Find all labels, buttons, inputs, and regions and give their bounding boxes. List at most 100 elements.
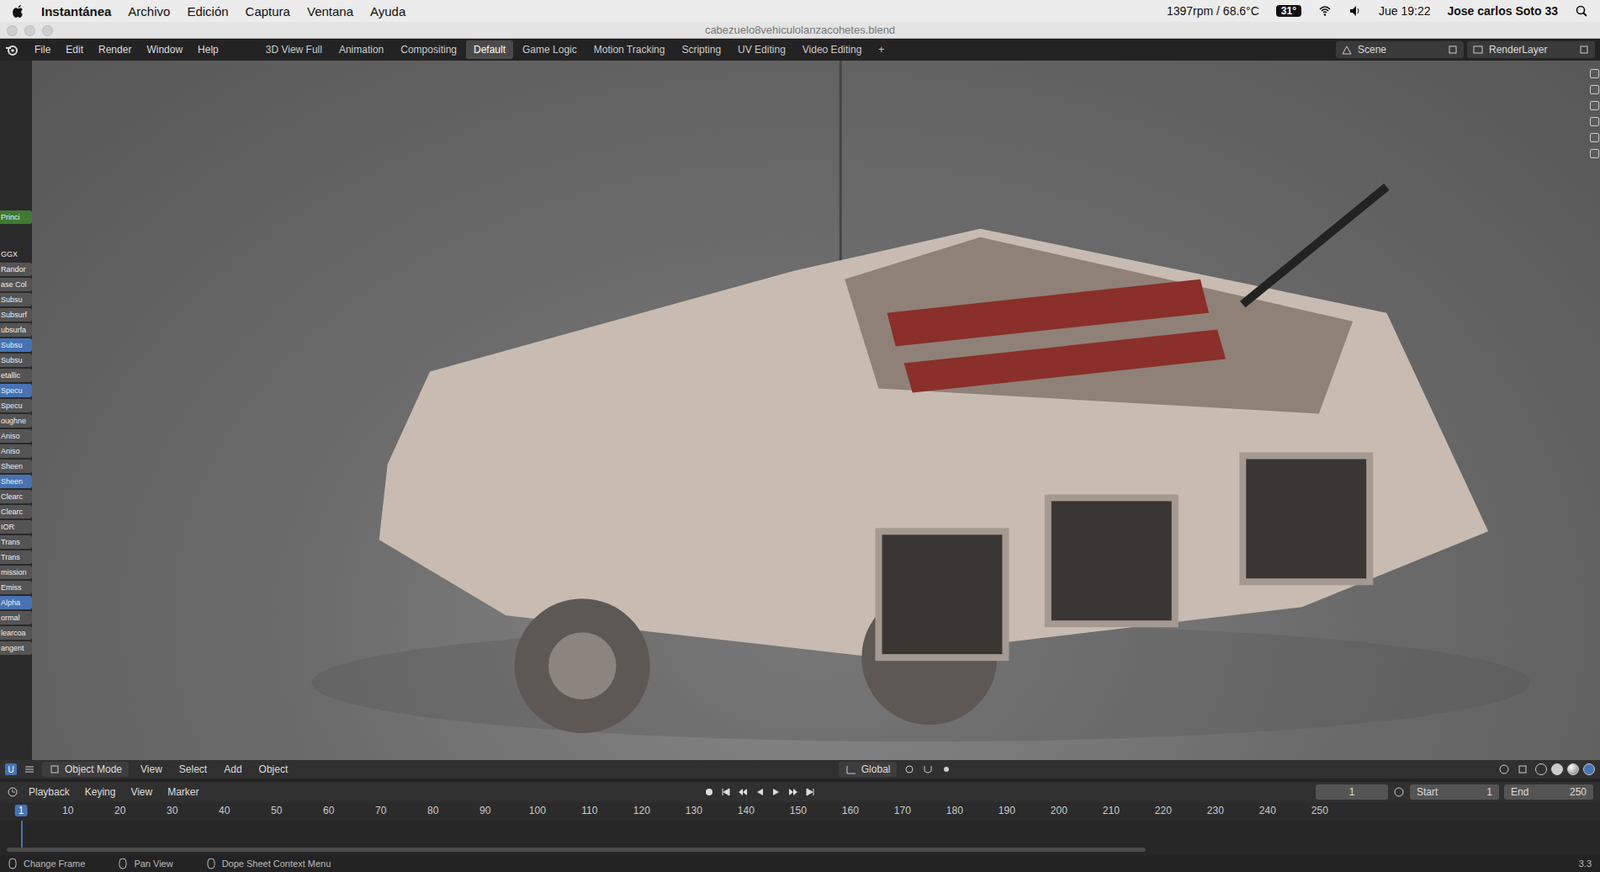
timeline-editor-icon[interactable] xyxy=(6,785,19,798)
proportional-icon[interactable] xyxy=(940,762,953,775)
frame-tick[interactable]: 80 xyxy=(423,804,442,816)
workspace-tab[interactable]: Compositing xyxy=(392,40,465,59)
frame-tick[interactable]: 90 xyxy=(476,804,494,816)
node-socket[interactable]: angent xyxy=(0,641,32,655)
node-socket[interactable]: Subsu xyxy=(0,353,32,367)
viewport-menu-item[interactable]: Add xyxy=(218,761,247,777)
node-socket[interactable]: ormal xyxy=(0,610,32,625)
playhead[interactable] xyxy=(21,820,23,848)
frame-tick[interactable]: 120 xyxy=(630,804,654,816)
frame-tick[interactable]: 130 xyxy=(682,804,706,816)
workspace-tab[interactable]: Scripting xyxy=(673,40,729,59)
frame-tick[interactable]: 170 xyxy=(890,804,915,816)
mac-menu-item[interactable]: Archivo xyxy=(127,4,170,19)
play-icon[interactable] xyxy=(770,785,783,798)
mac-menu-item[interactable]: Ayuda xyxy=(370,4,406,19)
record-icon[interactable] xyxy=(703,785,716,798)
wifi-icon[interactable] xyxy=(1318,4,1332,18)
node-socket[interactable]: Emiss xyxy=(0,580,32,594)
frame-tick[interactable]: 100 xyxy=(525,804,550,816)
node-socket[interactable]: Princi xyxy=(0,210,32,224)
frame-tick[interactable]: 250 xyxy=(1308,804,1332,816)
top-menu-item[interactable]: File xyxy=(28,41,57,59)
close-button[interactable] xyxy=(6,25,18,37)
node-socket[interactable]: learcoa xyxy=(0,625,32,640)
prev-keyframe-icon[interactable] xyxy=(736,785,749,798)
node-socket[interactable]: GGX xyxy=(0,247,32,261)
workspace-tab[interactable]: Animation xyxy=(331,40,392,59)
volume-icon[interactable] xyxy=(1348,4,1362,18)
timeline-body[interactable] xyxy=(0,820,1600,855)
frame-tick[interactable]: 160 xyxy=(838,804,863,816)
copy-icon[interactable] xyxy=(1446,43,1459,56)
frame-tick[interactable]: 240 xyxy=(1255,804,1280,816)
node-socket[interactable]: Alpha xyxy=(0,595,32,610)
mac-menu-item[interactable]: Ventana xyxy=(307,4,354,19)
workspace-tab[interactable]: UV Editing xyxy=(730,40,794,59)
camera-icon[interactable] xyxy=(1589,132,1600,143)
node-socket[interactable]: Clearc xyxy=(0,504,32,519)
frame-tick[interactable]: 150 xyxy=(786,804,811,816)
node-socket[interactable]: Randor xyxy=(0,262,32,276)
apple-icon[interactable] xyxy=(11,4,25,19)
node-socket[interactable]: Trans xyxy=(0,535,32,549)
material-shading-icon[interactable] xyxy=(1567,762,1579,775)
current-frame-field[interactable]: 1 xyxy=(1315,784,1389,800)
snap-icon[interactable] xyxy=(921,762,934,775)
top-menu-item[interactable]: Render xyxy=(92,41,138,59)
wireframe-shading-icon[interactable] xyxy=(1535,762,1548,775)
top-menu-item[interactable]: Edit xyxy=(59,41,90,59)
jump-end-icon[interactable] xyxy=(804,785,816,798)
camera-icon[interactable] xyxy=(1589,116,1600,127)
scene-selector[interactable]: Scene xyxy=(1335,41,1464,59)
node-socket[interactable]: Aniso xyxy=(0,429,32,443)
3d-viewport[interactable] xyxy=(31,60,1600,760)
workspace-tab[interactable]: Motion Tracking xyxy=(586,40,673,59)
node-socket[interactable]: Trans xyxy=(0,550,32,564)
user-name[interactable]: Jose carlos Soto 33 xyxy=(1446,4,1558,18)
node-socket[interactable]: Clearc xyxy=(0,489,32,504)
timeline-scrollbar[interactable] xyxy=(6,847,1146,852)
frame-tick[interactable]: 50 xyxy=(267,804,286,816)
blender-logo-icon[interactable] xyxy=(5,42,19,57)
frame-tick[interactable]: 70 xyxy=(371,804,390,816)
frame-tick[interactable]: 200 xyxy=(1047,804,1071,816)
frame-tick[interactable]: 210 xyxy=(1099,804,1124,816)
frame-tick[interactable]: 60 xyxy=(319,804,338,816)
editor-type-icon[interactable] xyxy=(23,762,36,775)
camera-icon[interactable] xyxy=(1589,148,1600,159)
pivot-icon[interactable] xyxy=(903,762,916,775)
timeline-menu-item[interactable]: Playback xyxy=(23,784,75,800)
jump-start-icon[interactable] xyxy=(720,785,732,798)
start-frame-field[interactable]: Start1 xyxy=(1409,784,1500,800)
node-socket[interactable]: Subsu xyxy=(0,292,32,307)
node-socket[interactable]: Sheen xyxy=(0,459,32,473)
zoom-button[interactable] xyxy=(42,25,53,37)
play-reverse-icon[interactable] xyxy=(753,785,766,798)
frame-tick[interactable]: 110 xyxy=(577,804,601,816)
workspace-tab[interactable]: Game Logic xyxy=(514,40,585,59)
camera-icon[interactable] xyxy=(1589,84,1600,95)
node-socket[interactable]: Aniso xyxy=(0,444,32,458)
timeline-ruler[interactable]: 1102030405060708090100110120130140150160… xyxy=(0,801,1600,821)
add-workspace-button[interactable]: + xyxy=(870,40,892,59)
layer-checkbox[interactable]: U xyxy=(5,762,17,775)
node-socket[interactable]: Specu xyxy=(0,383,32,398)
temp-badge[interactable]: 31° xyxy=(1276,5,1302,17)
timeline-menu-item[interactable]: Marker xyxy=(162,784,204,800)
viewport-menu-item[interactable]: Object xyxy=(254,761,294,777)
frame-tick[interactable]: 190 xyxy=(995,804,1019,816)
xray-icon[interactable] xyxy=(1516,762,1529,775)
workspace-tab[interactable]: Default xyxy=(466,40,514,59)
top-menu-item[interactable]: Help xyxy=(191,41,225,59)
orientation-dropdown[interactable]: Global xyxy=(838,761,898,777)
frame-tick[interactable]: 40 xyxy=(215,804,234,816)
rendered-shading-icon[interactable] xyxy=(1583,762,1595,775)
node-socket[interactable]: Specu xyxy=(0,398,32,413)
copy-icon[interactable] xyxy=(1578,43,1590,56)
node-socket[interactable]: ase Col xyxy=(0,277,32,292)
mode-dropdown[interactable]: Object Mode xyxy=(42,761,129,777)
workspace-tab[interactable]: 3D View Full xyxy=(258,40,330,59)
frame-tick[interactable]: 20 xyxy=(111,804,129,816)
end-frame-field[interactable]: End250 xyxy=(1504,784,1594,800)
